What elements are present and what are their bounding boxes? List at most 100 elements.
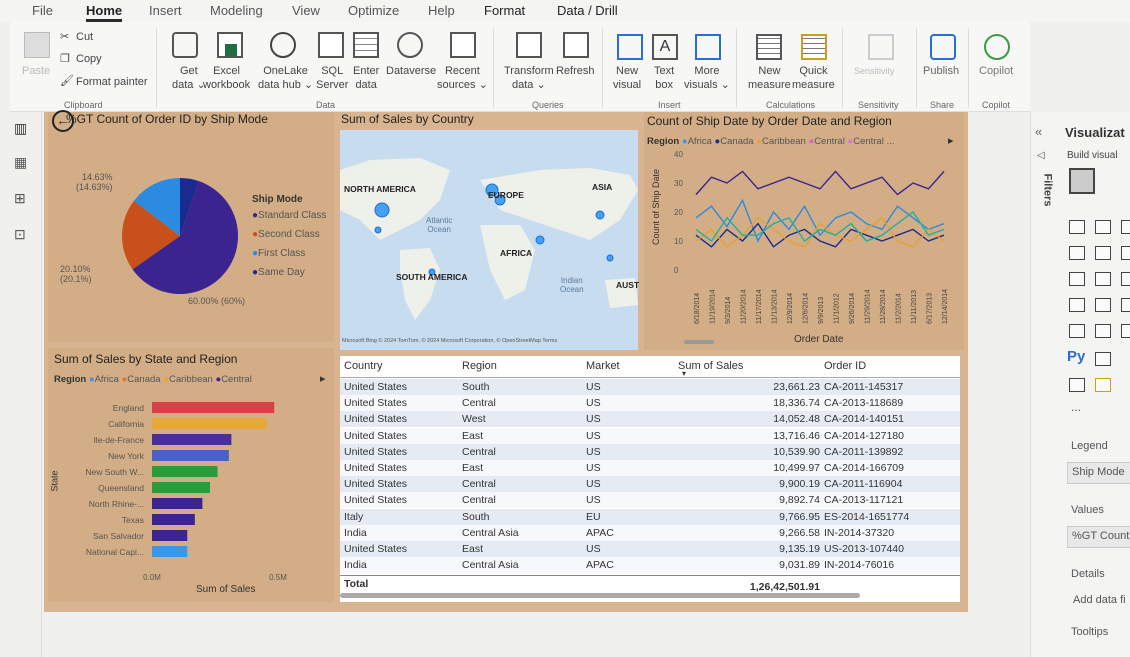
filters-collapse-icon[interactable]: ◁ [1037, 150, 1045, 161]
bar[interactable] [152, 450, 229, 461]
table-view-icon[interactable]: ▦ [14, 154, 27, 171]
bar[interactable] [152, 418, 267, 429]
more-visuals-ellipsis[interactable]: ... [1071, 400, 1081, 414]
bar[interactable] [152, 530, 188, 541]
new-measure-button[interactable]: New measure [748, 64, 791, 92]
copilot-button[interactable]: Copilot [979, 64, 1013, 78]
ribbon-chart-icon[interactable] [1121, 246, 1130, 260]
treemap-icon[interactable] [1069, 298, 1085, 312]
data-table[interactable]: Country Region Market Sum of Sales ▾ Ord… [340, 356, 960, 602]
bar[interactable] [152, 546, 188, 557]
menu-home[interactable]: Home [86, 3, 123, 22]
more-visuals-button[interactable]: More visuals ⌄ [684, 64, 730, 92]
bar[interactable] [152, 466, 218, 477]
legend-item[interactable]: ●Second Class [252, 229, 326, 248]
key-influencers-icon[interactable] [1095, 352, 1111, 366]
col-order-id[interactable]: Order ID [824, 360, 866, 372]
sql-server-button[interactable]: SQL Server [316, 64, 348, 92]
table-row[interactable]: India Central Asia APAC 9,266.58 IN-2014-373… [340, 524, 960, 541]
table-row[interactable]: United States Central US 9,892.74 CA-2013-11… [340, 492, 960, 509]
menu-modeling[interactable]: Modeling [210, 3, 263, 18]
table-row[interactable]: United States East US 13,716.46 CA-2014-1271… [340, 427, 960, 444]
menu-data-drill[interactable]: Data / Drill [557, 3, 618, 18]
onelake-button[interactable]: OneLake data hub ⌄ [258, 64, 313, 92]
report-view-icon[interactable]: ▥ [14, 120, 27, 137]
table-row[interactable]: Italy South EU 9,766.95 ES-2014-1651774 [340, 508, 960, 525]
bar[interactable] [152, 402, 275, 413]
collapse-icon[interactable]: « [1035, 124, 1042, 139]
format-painter-button[interactable]: Format painter [76, 75, 148, 89]
model-view-icon[interactable]: ⊞ [14, 190, 26, 207]
funnel-icon[interactable] [1095, 272, 1111, 286]
clustered-column-icon[interactable] [1095, 220, 1111, 234]
col-region[interactable]: Region [462, 360, 497, 372]
map-icon[interactable] [1095, 298, 1111, 312]
publish-button[interactable]: Publish [923, 64, 959, 78]
line-series[interactable] [695, 170, 945, 196]
scatter-icon[interactable] [1121, 272, 1130, 286]
table-row[interactable]: United States East US 10,499.97 CA-2014-1667… [340, 460, 960, 476]
menu-file[interactable]: File [32, 3, 53, 18]
col-market[interactable]: Market [586, 360, 620, 372]
cut-button[interactable]: Cut [76, 30, 93, 44]
bar-visual[interactable]: Sum of Sales by State and Region Region … [48, 348, 334, 602]
legend-item[interactable]: ●First Class [252, 248, 326, 267]
table-row[interactable]: United States South US 23,661.23 CA-2011-145… [340, 379, 960, 395]
menu-optimize[interactable]: Optimize [348, 3, 399, 18]
transform-data-button[interactable]: Transform data ⌄ [504, 64, 554, 92]
stacked-column-icon[interactable] [1121, 220, 1130, 234]
table-row[interactable]: India Central Asia APAC 9,031.89 IN-2014-760… [340, 557, 960, 574]
paste-button[interactable]: Paste [22, 64, 50, 78]
pie-visual[interactable]: ← %GT Count of Order ID by Ship Mode 14.… [48, 110, 334, 342]
col-sum-of-sales[interactable]: Sum of Sales [678, 360, 743, 372]
add-data-fields-drop[interactable]: Add data fi [1073, 594, 1126, 606]
stacked-bar-icon[interactable] [1069, 220, 1085, 234]
bar[interactable] [152, 482, 210, 493]
table-row[interactable]: United States West US 14,052.48 CA-2014-1401… [340, 411, 960, 428]
menu-help[interactable]: Help [428, 3, 455, 18]
area-chart-icon[interactable] [1095, 246, 1111, 260]
menu-insert[interactable]: Insert [149, 3, 182, 18]
refresh-button[interactable]: Refresh [556, 64, 595, 78]
table-row[interactable]: United States Central US 9,900.19 CA-2011-11… [340, 476, 960, 493]
bar[interactable] [152, 434, 232, 445]
copy-button[interactable]: Copy [76, 52, 102, 66]
text-box-button[interactable]: Text box [654, 64, 674, 92]
values-well-field[interactable]: %GT Count [1067, 526, 1130, 548]
dataverse-button[interactable]: Dataverse [386, 64, 436, 78]
paste-icon[interactable] [24, 32, 50, 58]
line-chart-icon[interactable] [1069, 246, 1085, 260]
horizontal-scrollbar[interactable] [340, 593, 860, 598]
recent-sources-button[interactable]: Recent sources ⌄ [437, 64, 488, 92]
table-row[interactable]: United States East US 9,135.19 US-2013-10744… [340, 541, 960, 557]
kpi-icon[interactable] [1095, 324, 1111, 338]
r-visual-icon[interactable] [1069, 378, 1085, 392]
decomposition-tree-icon[interactable] [1095, 378, 1111, 392]
build-visual-icon[interactable] [1069, 168, 1095, 194]
filters-tab[interactable]: Filters [1042, 173, 1054, 206]
table-row[interactable]: United States Central US 18,336.74 CA-2013-1… [340, 395, 960, 412]
card-icon[interactable] [1069, 324, 1085, 338]
get-data-button[interactable]: Get data ⌄ [172, 64, 206, 92]
python-visual-icon[interactable]: Py [1067, 348, 1085, 365]
menu-format[interactable]: Format [484, 3, 525, 18]
quick-measure-button[interactable]: Quick measure [792, 64, 835, 92]
line-scrollbar[interactable] [684, 340, 714, 344]
table-row[interactable]: United States Central US 10,539.90 CA-2011-1… [340, 443, 960, 460]
new-visual-button[interactable]: New visual [613, 64, 641, 92]
slicer-icon[interactable] [1121, 324, 1130, 338]
legend-well-field[interactable]: Ship Mode [1067, 462, 1130, 484]
legend-item[interactable]: ●Standard Class [252, 210, 326, 229]
sensitivity-button[interactable]: Sensitivity [854, 64, 895, 78]
excel-workbook-button[interactable]: Excel workbook [203, 64, 250, 92]
enter-data-button[interactable]: Enter data [353, 64, 379, 92]
legend-item[interactable]: ●Same Day [252, 267, 326, 286]
dax-query-icon[interactable]: ⊡ [14, 226, 26, 243]
map-visual[interactable]: NORTH AMERICA EUROPE ASIA AFRICA SOUTH A… [340, 130, 639, 350]
bar[interactable] [152, 498, 203, 509]
waterfall-icon[interactable] [1069, 272, 1085, 286]
menu-view[interactable]: View [292, 3, 320, 18]
bar[interactable] [152, 514, 195, 525]
line-visual[interactable]: Count of Ship Date by Order Date and Reg… [644, 112, 964, 350]
col-country[interactable]: Country [344, 360, 383, 372]
